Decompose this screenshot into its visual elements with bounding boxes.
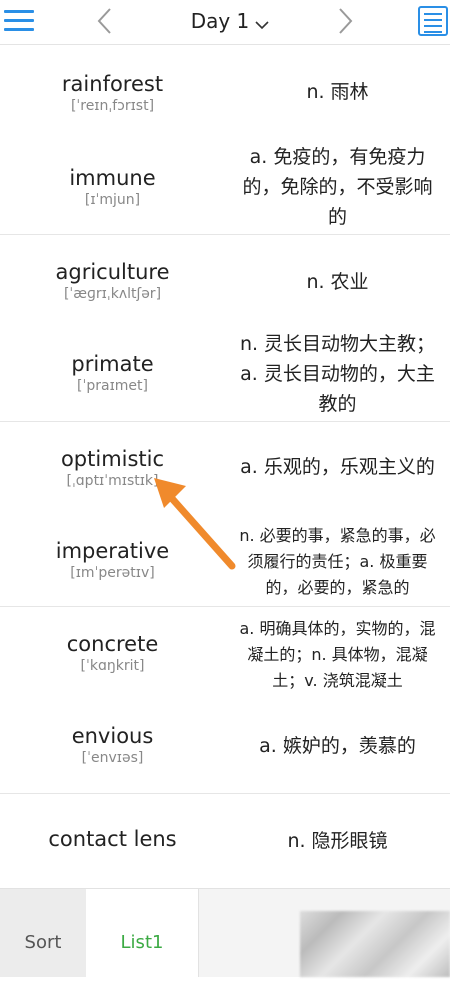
word-cell: optimistic [ˌɑptɪˈmɪstɪk] [0,446,225,490]
word-cell: envious [ˈenvɪəs] [0,723,225,767]
word-phonetic: [ˈreɪnˌfɔrɪst] [70,98,155,114]
word-text: contact lens [48,827,177,851]
list-item[interactable]: rainforest [ˈreɪnˌfɔrɪst] n. 雨林 [0,45,450,139]
tab-list1[interactable]: List1 [86,889,199,977]
word-phonetic: [ɪˈmjun] [84,192,141,208]
word-list: rainforest [ˈreɪnˌfɔrɪst] n. 雨林 immune [… [0,45,450,886]
word-meaning: n. 灵长目动物大主教；a. 灵长目动物的，大主教的 [239,333,436,415]
list-view-icon[interactable] [418,6,448,36]
word-meaning: n. 必要的事，紧急的事，必须履行的责任；a. 极重要的，必要的，紧急的 [239,526,436,597]
word-cell: contact lens [0,826,225,852]
word-cell: primate [ˈpraɪmet] [0,351,225,395]
bottom-bar: Sort List1 [0,888,450,977]
next-day-button[interactable] [330,4,360,38]
list-item[interactable]: envious [ˈenvɪəs] a. 嫉妒的，羡慕的 [0,701,450,793]
blurred-watermark [300,911,450,977]
chevron-left-icon [97,8,111,34]
word-meaning: a. 免疫的，有免疫力的，免除的，不受影响的 [242,145,433,228]
word-cell: imperative [ɪmˈperətɪv] [0,538,225,582]
word-text: primate [71,352,154,376]
word-text: concrete [66,632,159,656]
word-cell: agriculture [ˈæɡrɪˌkʌltʃər] [0,259,225,303]
word-meaning: n. 隐形眼镜 [287,830,388,852]
list-item[interactable]: contact lens n. 隐形眼镜 [0,793,450,886]
word-text: rainforest [61,72,164,96]
hamburger-menu-icon[interactable] [4,8,34,34]
word-phonetic: [ˈenvɪəs] [81,750,144,766]
word-text: envious [71,724,154,748]
word-meaning: a. 乐观的，乐观主义的 [240,456,435,478]
word-text: immune [69,166,156,190]
chevron-down-icon [255,6,269,40]
word-text: optimistic [60,447,165,471]
word-phonetic: [ˌɑptɪˈmɪstɪk] [66,473,159,489]
list-item[interactable]: primate [ˈpraɪmet] n. 灵长目动物大主教；a. 灵长目动物的… [0,327,450,421]
word-phonetic: [ɪmˈperətɪv] [70,565,155,581]
word-meaning: a. 嫉妒的，羡慕的 [259,735,416,757]
chevron-right-icon [339,8,353,34]
list-item[interactable]: immune [ɪˈmjun] a. 免疫的，有免疫力的，免除的，不受影响的 [0,139,450,234]
word-phonetic: [ˈæɡrɪˌkʌltʃər] [63,286,162,302]
word-meaning: n. 雨林 [306,81,369,103]
list-item[interactable]: concrete [ˈkɑŋkrit] a. 明确具体的，实物的，混凝土的；n.… [0,606,450,702]
day-selector[interactable]: Day 1 [170,4,290,38]
word-text: imperative [55,539,170,563]
word-meaning: a. 明确具体的，实物的，混凝土的；n. 具体物，混凝土；v. 浇筑混凝土 [239,619,436,690]
previous-day-button[interactable] [90,4,120,38]
word-cell: rainforest [ˈreɪnˌfɔrɪst] [0,71,225,115]
word-text: agriculture [55,260,170,284]
word-cell: concrete [ˈkɑŋkrit] [0,631,225,675]
day-label: Day 1 [190,9,250,33]
word-cell: immune [ɪˈmjun] [0,165,225,209]
word-phonetic: [ˈpraɪmet] [77,378,148,394]
word-meaning: n. 农业 [306,271,369,293]
word-phonetic: [ˈkɑŋkrit] [80,658,145,674]
list-item[interactable]: optimistic [ˌɑptɪˈmɪstɪk] a. 乐观的，乐观主义的 [0,421,450,515]
top-bar: Day 1 [0,0,450,45]
list-item[interactable]: imperative [ɪmˈperətɪv] n. 必要的事，紧急的事，必须履… [0,514,450,606]
tab-sort[interactable]: Sort [0,889,86,977]
list-item[interactable]: agriculture [ˈæɡrɪˌkʌltʃər] n. 农业 [0,234,450,328]
